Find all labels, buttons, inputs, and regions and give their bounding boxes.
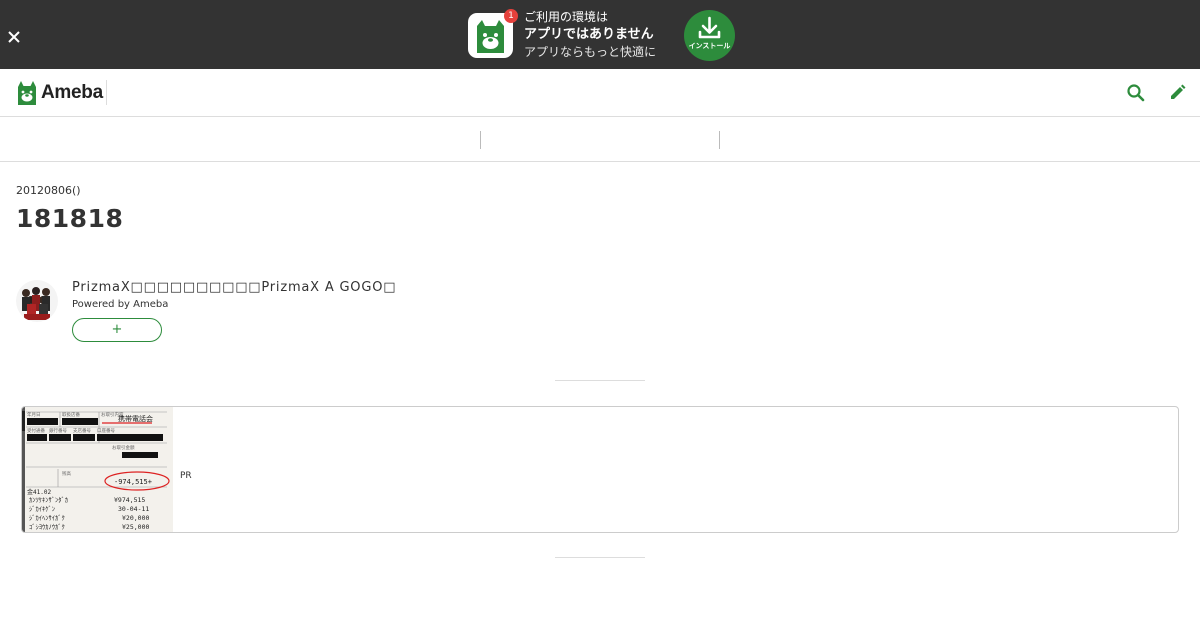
banner-line-2: アプリではありません (524, 27, 654, 42)
site-header: Ameba (0, 69, 1200, 117)
entry-title: 181818 (16, 204, 124, 233)
close-icon (8, 31, 20, 43)
app-install-banner: 1 ご利用の環境は アプリではありません アプリならもっと快適に インストール (0, 0, 1200, 69)
statement-row-label: ｺﾞｼﾖｳｶﾉｳｶﾞｸ (29, 523, 65, 531)
banner-message: ご利用の環境は アプリではありません アプリならもっと快適に (524, 9, 656, 61)
pr-ad-image: 年月日 取扱店番 お取引内容 受付通番 銀行番号 支店番号 口座番号 お取引金額… (22, 407, 173, 532)
statement-company: 携帯電話会 (118, 414, 153, 423)
section-divider (555, 557, 645, 558)
statement-header: 銀行番号 (49, 427, 67, 434)
statement-header: 残高 (62, 470, 71, 477)
statement-header: 取扱店番 (62, 411, 80, 418)
banner-line-3: アプリならもっと快適に (524, 45, 657, 59)
ameba-logo-icon (18, 81, 36, 105)
pencil-icon (1171, 84, 1186, 99)
statement-row-value: ¥974,515 (114, 496, 145, 504)
notification-badge: 1 (504, 9, 518, 23)
blog-avatar[interactable] (16, 280, 58, 322)
entry-date: 20120806() (16, 184, 81, 197)
statement-row-header: 金41.02 (27, 488, 51, 496)
statement-header: 年月日 (27, 411, 41, 418)
statement-header: 支店番号 (73, 427, 91, 434)
download-icon (698, 16, 721, 39)
statement-row-value: ¥20,000 (122, 514, 149, 522)
blog-name[interactable]: PrizmaX□□□□□□□□□□PrizmaX A GOGO□ (72, 280, 396, 295)
statement-header: 口座番号 (97, 427, 115, 434)
blog-subnav (0, 117, 1200, 162)
statement-row-value: ¥25,000 (122, 523, 149, 531)
statement-header: お取引金額 (112, 444, 135, 451)
ameba-logo[interactable]: Ameba (16, 80, 103, 106)
powered-by: Powered by Ameba (72, 299, 169, 310)
search-button[interactable] (1125, 82, 1147, 104)
avatar-image (16, 280, 58, 322)
logo-text: Ameba (41, 82, 103, 103)
bank-statement-image: 年月日 取扱店番 お取引内容 受付通番 銀行番号 支店番号 口座番号 お取引金額… (22, 407, 173, 532)
statement-row-label: ｼﾞｶｲｷｹﾞﾝ (29, 505, 55, 513)
section-divider (555, 380, 645, 381)
statement-header: 受付通番 (27, 427, 45, 434)
write-post-button[interactable] (1166, 82, 1188, 104)
banner-line-1: ご利用の環境は (524, 10, 609, 24)
install-label: インストール (688, 42, 731, 50)
subnav-divider (719, 131, 720, 149)
subnav-divider (480, 131, 481, 149)
close-banner-button[interactable] (4, 27, 24, 47)
pr-label: PR (180, 471, 192, 481)
statement-row-label: ｶﾝﾂｹｷﾝｻﾞﾝﾀﾞｶ (29, 496, 68, 504)
pr-ad-card[interactable]: 年月日 取扱店番 お取引内容 受付通番 銀行番号 支店番号 口座番号 お取引金額… (21, 406, 1179, 533)
search-icon (1127, 84, 1145, 102)
install-button[interactable]: インストール (684, 10, 735, 61)
statement-row-label: ｼﾞｶｲﾍﾝｻｲｶﾞｸ (29, 514, 65, 522)
follow-button[interactable]: + (72, 318, 162, 342)
statement-row-value: 30-04-11 (118, 505, 149, 513)
header-divider (106, 80, 107, 105)
statement-balance: -974,515+ (114, 478, 152, 486)
